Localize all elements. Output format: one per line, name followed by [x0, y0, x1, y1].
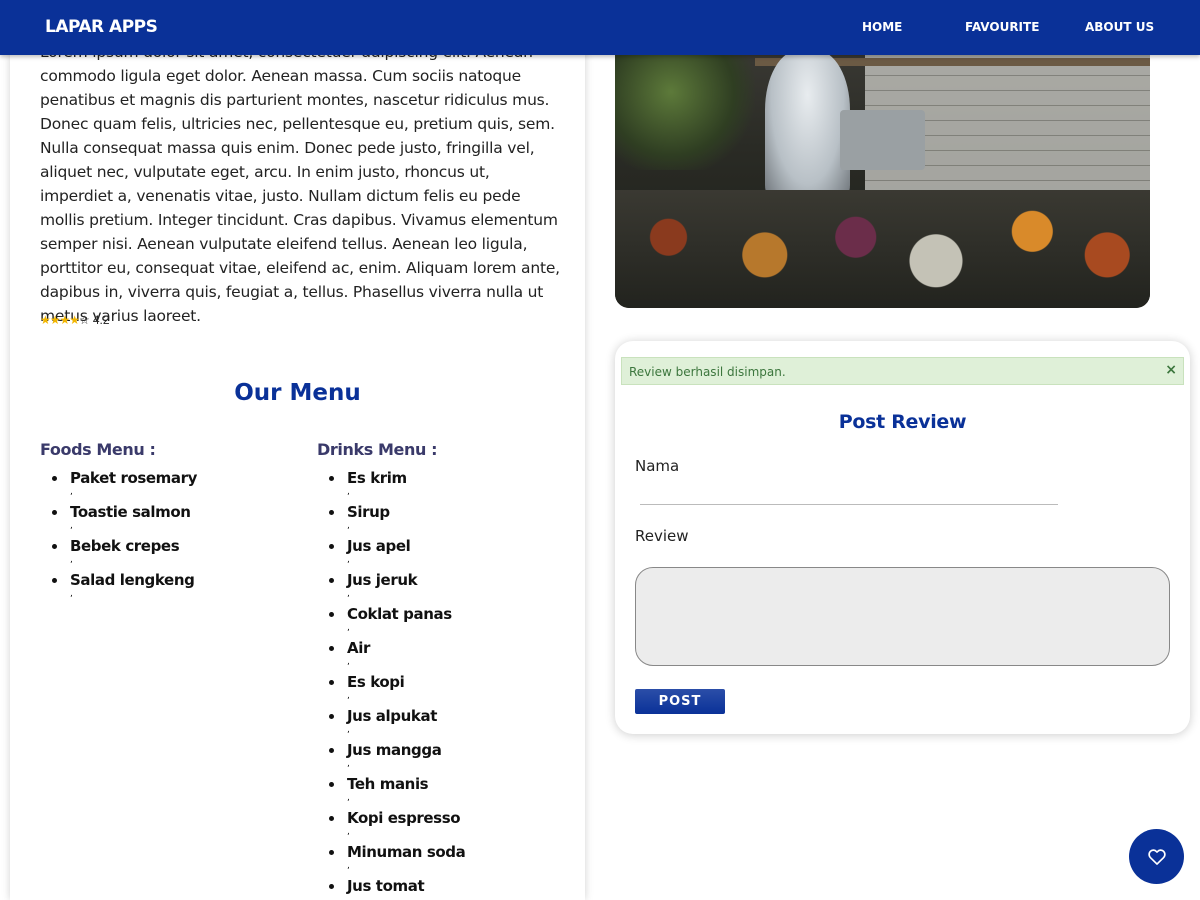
heart-icon — [1147, 848, 1166, 865]
drink-menu-item: Jus tomat, — [317, 875, 465, 900]
menu-separator: , — [70, 555, 73, 565]
menu-separator: , — [347, 623, 350, 633]
menu-title: Our Menu — [234, 380, 361, 406]
menu-separator: , — [70, 521, 73, 531]
drink-menu-item-label: Es kopi — [347, 673, 405, 691]
menu-separator: , — [70, 589, 73, 599]
drink-menu-item: Jus mangga, — [317, 739, 465, 773]
drink-menu-item-label: Kopi espresso — [347, 809, 461, 827]
food-menu-item-label: Toastie salmon — [70, 503, 191, 521]
drink-menu-item: Coklat panas, — [317, 603, 465, 637]
drink-menu-item-label: Air — [347, 639, 370, 657]
star-empty-icon: ☆ — [79, 313, 90, 327]
drink-menu-item-label: Sirup — [347, 503, 390, 521]
food-menu-item: Salad lengkeng, — [40, 569, 197, 603]
foods-menu-heading: Foods Menu : — [40, 440, 156, 459]
drinks-menu: Drinks Menu : Es krim, Sirup, Jus apel, Jus… — [317, 440, 466, 900]
drink-menu-item: Teh manis, — [317, 773, 465, 807]
menu-separator: , — [347, 759, 350, 769]
menu-separator: , — [347, 793, 350, 803]
drink-menu-item: Jus jeruk, — [317, 569, 465, 603]
menu-separator: , — [347, 521, 350, 531]
drink-menu-item: Es kopi, — [317, 671, 465, 705]
food-menu-item: Toastie salmon, — [40, 501, 197, 535]
foods-list: Paket rosemary, Toastie salmon, Bebek crep… — [40, 467, 197, 603]
drink-menu-item-label: Minuman soda — [347, 843, 466, 861]
navbar: LAPAR APPS HOME FAVOURITE ABOUT US — [0, 0, 1200, 55]
post-review-card: Review berhasil disimpan. × Post Review … — [615, 341, 1190, 734]
drink-menu-item-label: Jus apel — [347, 537, 411, 555]
success-alert: Review berhasil disimpan. × — [621, 357, 1184, 385]
drink-menu-item-label: Jus alpukat — [347, 707, 437, 725]
name-input[interactable] — [640, 481, 1058, 505]
drink-menu-item: Es krim, — [317, 467, 465, 501]
food-menu-item-label: Bebek crepes — [70, 537, 180, 555]
app-brand[interactable]: LAPAR APPS — [45, 17, 158, 37]
drink-menu-item: Minuman soda, — [317, 841, 466, 875]
drink-menu-item-label: Es krim — [347, 469, 407, 487]
drink-menu-item: Sirup, — [317, 501, 465, 535]
foods-menu: Foods Menu : Paket rosemary, Toastie salm… — [40, 440, 197, 603]
rating: ★★★★☆ 4.2 — [40, 313, 110, 327]
name-label: Nama — [635, 457, 680, 475]
drink-menu-item-label: Coklat panas — [347, 605, 452, 623]
menu-separator: , — [70, 487, 73, 497]
restaurant-detail-card: Lorem ipsum dolor sit amet, consectetuer… — [10, 0, 585, 900]
drink-menu-item: Jus alpukat, — [317, 705, 465, 739]
alert-close-button[interactable]: × — [1165, 362, 1177, 378]
nav-about-us[interactable]: ABOUT US — [1085, 20, 1154, 34]
restaurant-description: Lorem ipsum dolor sit amet, consectetuer… — [40, 43, 560, 325]
nav-home[interactable]: HOME — [862, 20, 902, 34]
menu-separator: , — [347, 657, 350, 667]
food-menu-item: Paket rosemary, — [40, 467, 197, 501]
drink-menu-item-label: Teh manis — [347, 775, 429, 793]
food-menu-item-label: Salad lengkeng — [70, 571, 195, 589]
menu-separator: , — [347, 861, 350, 871]
drink-menu-item-label: Jus jeruk — [347, 571, 418, 589]
star-filled-icon: ★ — [59, 313, 71, 327]
post-review-title: Post Review — [838, 411, 967, 433]
drink-menu-item-label: Jus tomat — [347, 877, 425, 895]
food-menu-item-label: Paket rosemary — [70, 469, 197, 487]
drinks-menu-heading: Drinks Menu : — [317, 440, 438, 459]
food-menu-item: Bebek crepes, — [40, 535, 197, 569]
menu-separator: , — [347, 827, 350, 837]
nav-favourite[interactable]: FAVOURITE — [965, 20, 1039, 34]
star-filled-icon: ★ — [40, 313, 51, 327]
post-review-button[interactable]: POST — [635, 689, 725, 714]
alert-message: Review berhasil disimpan. — [629, 365, 786, 379]
star-filled-icon: ★ — [49, 313, 61, 327]
restaurant-photo — [615, 40, 1150, 308]
drink-menu-item: Air, — [317, 637, 465, 671]
menu-separator: , — [347, 555, 350, 565]
star-filled-icon: ★ — [69, 313, 80, 327]
drink-menu-item: Kopi espresso, — [317, 807, 465, 841]
menu-separator: , — [347, 725, 350, 735]
drink-menu-item-label: Jus mangga — [347, 741, 442, 759]
menu-separator: , — [347, 895, 350, 900]
review-textarea[interactable] — [635, 567, 1170, 666]
menu-separator: , — [347, 589, 350, 599]
favorite-button[interactable] — [1129, 829, 1184, 884]
drinks-list: Es krim, Sirup, Jus apel, Jus jeruk, Coklat … — [317, 467, 466, 900]
menu-separator: , — [347, 487, 350, 497]
rating-stars: ★★★★☆ — [40, 313, 90, 327]
menu-separator: , — [347, 691, 350, 701]
review-label: Review — [635, 527, 689, 545]
drink-menu-item: Jus apel, — [317, 535, 465, 569]
rating-value: 4.2 — [92, 313, 110, 327]
